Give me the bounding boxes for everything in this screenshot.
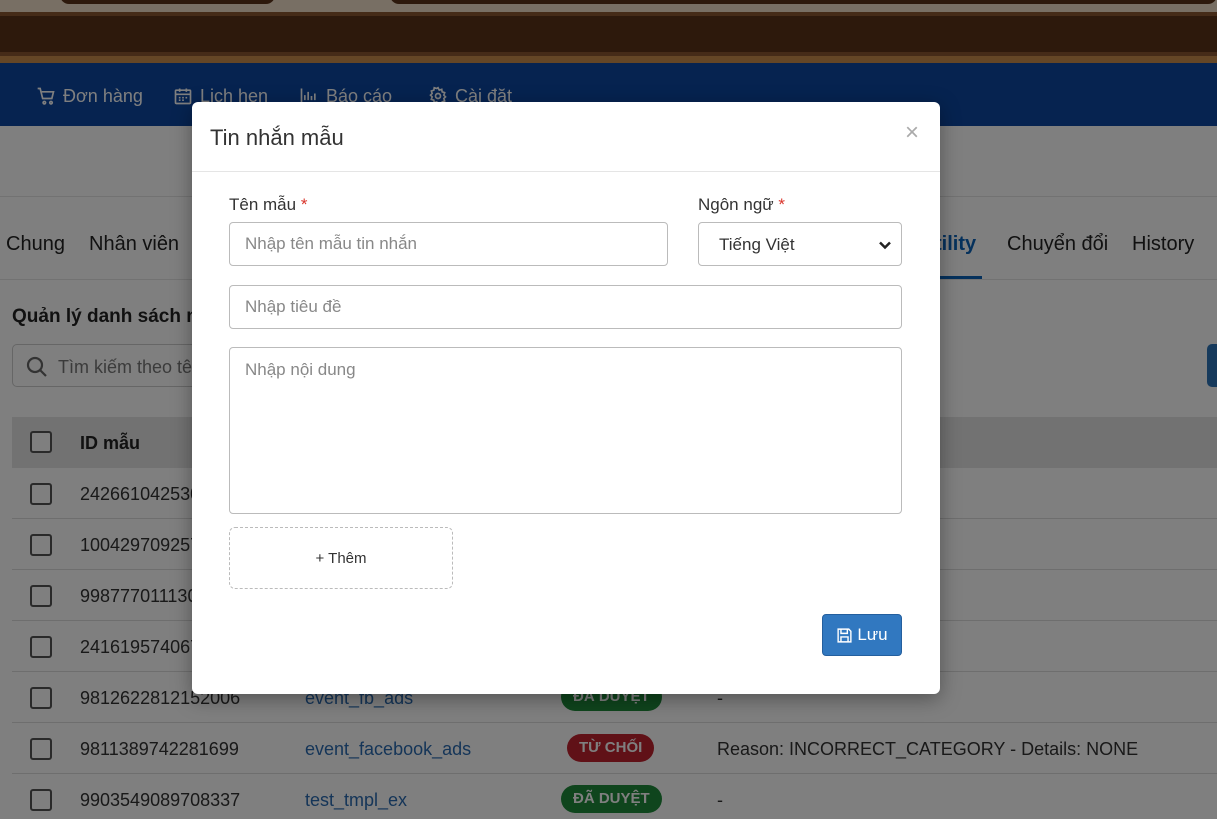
language-selected-value: Tiếng Việt: [719, 235, 795, 254]
save-button-label: Lưu: [857, 625, 888, 644]
add-attachment-button[interactable]: + Thêm: [229, 527, 453, 589]
modal-title: Tin nhắn mẫu: [210, 125, 344, 150]
language-label: Ngôn ngữ *: [698, 195, 785, 215]
save-button[interactable]: Lưu: [822, 614, 902, 656]
template-name-label-text: Tên mẫu: [229, 195, 297, 214]
language-label-text: Ngôn ngữ: [698, 195, 774, 214]
required-mark: *: [300, 195, 308, 214]
required-mark: *: [778, 195, 786, 214]
content-textarea[interactable]: [229, 347, 902, 514]
language-select[interactable]: Tiếng Việt: [698, 222, 902, 266]
template-name-input[interactable]: [229, 222, 668, 266]
close-button[interactable]: ×: [900, 120, 924, 146]
add-attachment-label: + Thêm: [315, 549, 367, 567]
chevron-down-icon: [879, 241, 891, 250]
template-name-label: Tên mẫu *: [229, 195, 307, 215]
title-input[interactable]: [229, 285, 902, 329]
template-message-dialog: Tin nhắn mẫu × Tên mẫu * Ngôn ngữ * Tiến…: [192, 102, 940, 694]
floppy-disk-icon: [837, 627, 852, 643]
modal-header: Tin nhắn mẫu ×: [192, 102, 940, 172]
